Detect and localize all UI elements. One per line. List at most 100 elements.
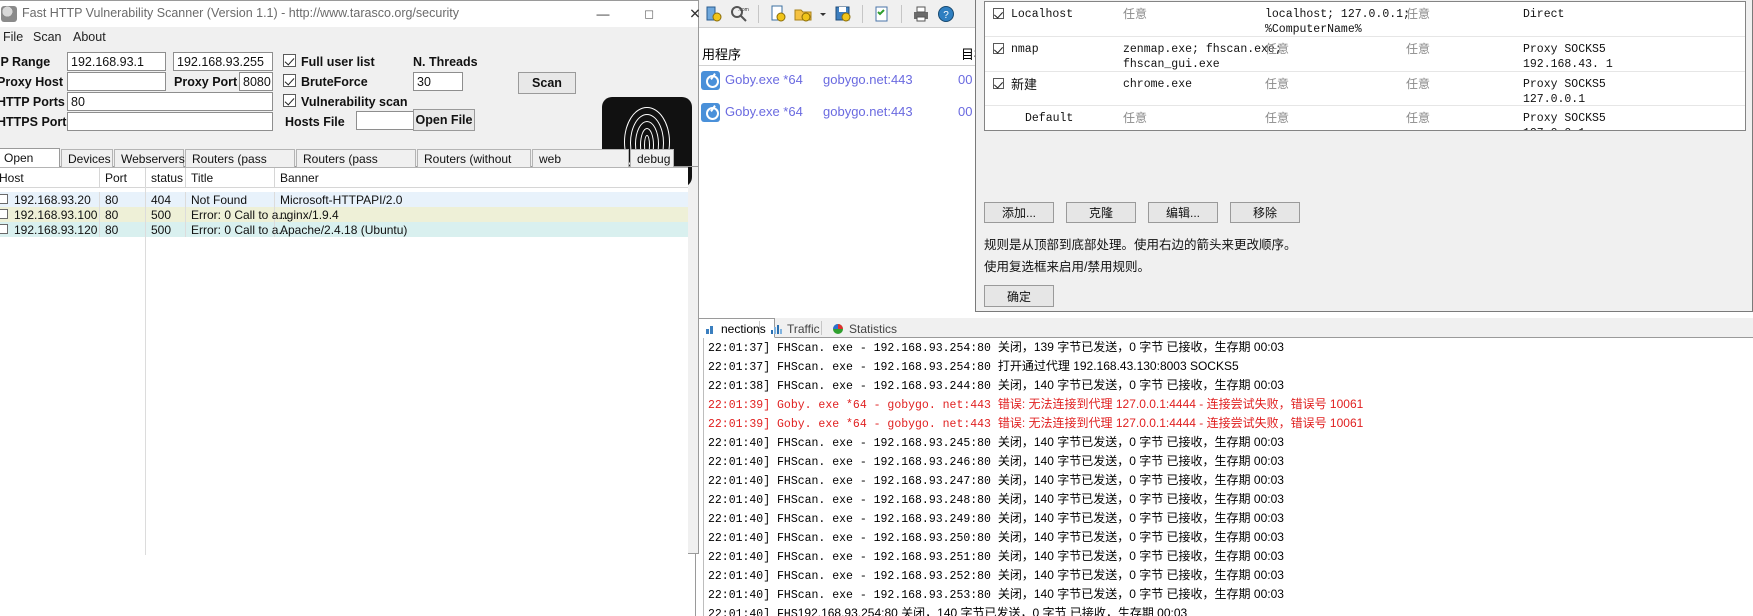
tab-routers-pass-found[interactable]: Routers (pass found) (185, 149, 295, 180)
open-ports-grid[interactable]: Host Port status Title Banner 192.168.93… (0, 167, 688, 555)
log-line-error: 22:01:39] Goby. exe *64 - gobygo. net:44… (708, 416, 1364, 431)
rule-enabled-checkbox[interactable] (993, 8, 1004, 19)
toolbar-separator-2 (862, 4, 863, 23)
proxy-port-label: Proxy Port (174, 75, 238, 89)
cell-host: 192.168.93.120 (14, 223, 98, 237)
log-line: 22:01:37] FHScan. exe - 192.168.93.254:8… (708, 340, 1284, 355)
tab-debug[interactable]: debug (630, 149, 674, 167)
http-ports-label: HTTP Ports (0, 95, 65, 109)
close-button[interactable]: ✕ (672, 1, 718, 27)
help-icon[interactable]: ? (936, 4, 956, 24)
chevron-down-icon[interactable] (818, 4, 828, 24)
proxifier-log-area[interactable]: 22:01:37] FHScan. exe - 192.168.93.254:8… (696, 338, 1753, 616)
row-checkbox[interactable] (0, 224, 8, 234)
column-port[interactable]: Port (105, 171, 127, 185)
rule-targets: 任意 (1265, 77, 1290, 91)
log-line: 22:01:40] FHScan. exe - 192.168.93.250:8… (708, 530, 1284, 545)
vulnerability-scan-label: Vulnerability scan (301, 95, 408, 109)
rule-targets: localhost; 127.0.0.1; %ComputerName% (1265, 8, 1410, 36)
threads-label: N. Threads (413, 55, 478, 69)
rule-ports: 任意 (1406, 42, 1431, 56)
log-line: 22:01:37] FHScan. exe - 192.168.93.254:8… (708, 359, 1239, 374)
proxy-port-input[interactable]: 8080 (239, 72, 273, 91)
rule-row-default[interactable]: Default 任意 任意 任意 Proxy SOCKS5 127.0.0.1 (985, 106, 1745, 130)
rule-targets: 任意 (1265, 42, 1290, 56)
edit-rule-button[interactable]: 编辑... (1148, 202, 1218, 223)
tab-open-ports[interactable]: Open Ports (0, 148, 60, 179)
log-line: 22:01:40] FHS192.168.93.254:80 关闭，140 字节… (708, 606, 1188, 616)
rule-row[interactable]: Localhost 任意 localhost; 127.0.0.1; %Comp… (985, 2, 1745, 37)
tab-traffic[interactable]: Traffic (762, 318, 828, 338)
log-line: 22:01:38] FHScan. exe - 192.168.93.244:8… (708, 378, 1284, 393)
menu-scan[interactable]: Scan (27, 29, 68, 45)
open-file-button[interactable]: Open File (413, 109, 475, 131)
column-status[interactable]: status (151, 171, 183, 185)
full-user-list-checkbox[interactable] (283, 54, 296, 67)
ok-button[interactable]: 确定 (984, 285, 1054, 307)
cell-title: Error: 0 Call to a... (191, 208, 289, 222)
log-icon[interactable] (872, 4, 892, 24)
table-row[interactable]: 192.168.93.20 80 404 Not Found Microsoft… (0, 192, 688, 207)
window-title: Fast HTTP Vulnerability Scanner (Version… (22, 6, 459, 20)
column-app[interactable]: 用程序 (702, 44, 741, 63)
toolbar-separator-3 (901, 4, 902, 23)
rule-action: Proxy SOCKS5 127.0.0.1 (1523, 78, 1606, 106)
rule-row[interactable]: 新建 chrome.exe 任意 任意 Proxy SOCKS5 127.0.0… (985, 72, 1745, 106)
tab-routers-pass-unknown[interactable]: Routers (pass unknown) (296, 149, 416, 180)
cell-host: 192.168.93.100 (14, 208, 98, 222)
app-icon (701, 71, 720, 90)
tab-web-vulnerabilities[interactable]: web vulnerabilities (532, 149, 629, 180)
column-banner[interactable]: Banner (280, 171, 319, 185)
table-row[interactable]: 192.168.93.100 80 500 Error: 0 Call to a… (0, 207, 688, 222)
bruteforce-checkbox[interactable] (283, 74, 296, 87)
ip-range-end-input[interactable]: 192.168.93.255 (173, 52, 273, 71)
connection-time: 00 (958, 72, 973, 87)
new-profile-icon[interactable] (768, 4, 788, 24)
cell-host: 192.168.93.20 (14, 193, 91, 207)
column-title[interactable]: Title (191, 171, 213, 185)
cell-banner: Microsoft-HTTPAPI/2.0 (280, 193, 403, 207)
log-line: 22:01:40] FHScan. exe - 192.168.93.245:8… (708, 435, 1284, 450)
tab-webservers[interactable]: Webservers (114, 149, 185, 167)
http-ports-input[interactable]: 80 (67, 92, 273, 111)
tab-devices[interactable]: Devices (61, 149, 113, 167)
minimize-button[interactable]: — (580, 1, 626, 27)
print-icon[interactable] (911, 4, 931, 24)
column-host[interactable]: Host (0, 171, 24, 185)
tab-statistics[interactable]: Statistics (824, 318, 905, 338)
fhscan-titlebar: Fast HTTP Vulnerability Scanner (Version… (0, 1, 701, 27)
table-row[interactable]: 192.168.93.120 80 500 Error: 0 Call to a… (0, 222, 688, 237)
cell-title: Not Found (191, 193, 248, 207)
name-resolution-icon[interactable]: .com (729, 4, 749, 24)
log-line-error: 22:01:39] Goby. exe *64 - gobygo. net:44… (708, 397, 1364, 412)
scan-button[interactable]: Scan (518, 72, 576, 94)
rule-name: nmap (1011, 43, 1039, 56)
cell-banner: nginx/1.9.4 (280, 208, 339, 222)
rule-applications: zenmap.exe; fhscan.exe; fhscan_gui.exe (1123, 43, 1282, 71)
open-profile-icon[interactable] (793, 4, 813, 24)
https-ports-input[interactable] (67, 112, 273, 131)
ip-range-start-input[interactable]: 192.168.93.1 (67, 52, 166, 71)
save-profile-icon[interactable] (833, 4, 853, 24)
tab-routers-without-pass[interactable]: Routers (without pass) (417, 149, 531, 180)
add-rule-button[interactable]: 添加... (984, 202, 1054, 223)
menu-file[interactable]: File (0, 29, 29, 45)
rule-enabled-checkbox[interactable] (993, 43, 1004, 54)
remove-rule-button[interactable]: 移除 (1230, 202, 1300, 223)
cell-status: 500 (151, 223, 172, 237)
rule-name: 新建 (1011, 77, 1038, 92)
vulnerability-scan-checkbox[interactable] (283, 94, 296, 107)
rules-table[interactable]: Localhost 任意 localhost; 127.0.0.1; %Comp… (984, 1, 1746, 131)
menu-about[interactable]: About (67, 29, 112, 45)
proxy-host-input[interactable] (67, 72, 166, 91)
proxy-host-label: Proxy Host (0, 75, 63, 89)
threads-input[interactable]: 30 (413, 72, 463, 91)
maximize-button[interactable]: □ (626, 1, 672, 27)
rule-row[interactable]: nmap zenmap.exe; fhscan.exe; fhscan_gui.… (985, 37, 1745, 72)
clone-rule-button[interactable]: 克隆 (1066, 202, 1136, 223)
row-checkbox[interactable] (0, 194, 8, 204)
fhscan-scan-form: IP Range Proxy Host HTTP Ports HTTPS Por… (0, 47, 698, 187)
rule-enabled-checkbox[interactable] (993, 78, 1004, 89)
row-checkbox[interactable] (0, 209, 8, 219)
rule-name: Localhost (1011, 8, 1074, 21)
